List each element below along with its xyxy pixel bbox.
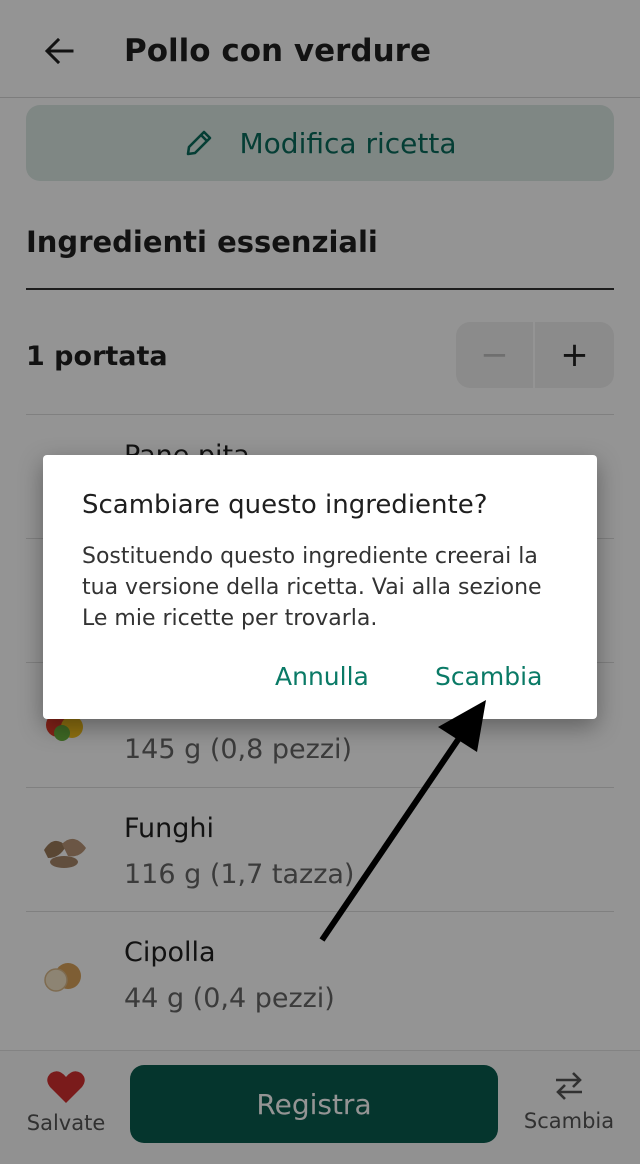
dialog-title: Scambiare questo ingrediente? — [82, 490, 488, 520]
dialog-message: Sostituendo questo ingrediente creerai l… — [82, 544, 542, 631]
cancel-button[interactable]: Annulla — [275, 659, 369, 695]
swap-ingredient-dialog: Scambiare questo ingrediente? Sostituend… — [43, 455, 597, 719]
confirm-swap-button[interactable]: Scambia — [435, 659, 542, 695]
